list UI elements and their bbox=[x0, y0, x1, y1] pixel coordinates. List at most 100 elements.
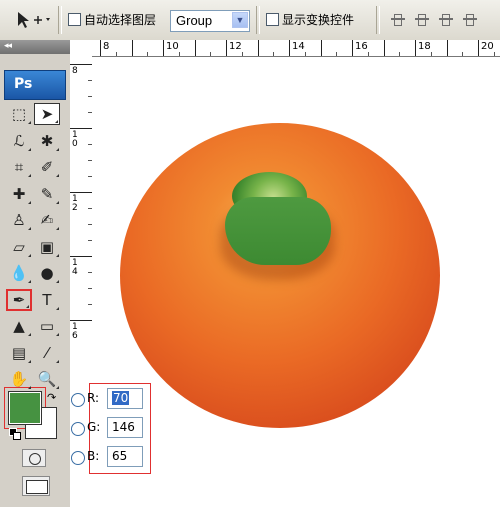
collapse-icon: ◂◂ bbox=[4, 40, 12, 50]
align-top-icon[interactable] bbox=[388, 11, 410, 27]
magic-wand-tool[interactable]: ✱ bbox=[34, 130, 60, 152]
align-vcenter-icon[interactable] bbox=[412, 11, 434, 27]
ruler-tick bbox=[257, 40, 259, 56]
eyedropper-tool[interactable]: ⁄ bbox=[34, 342, 60, 364]
foreground-color-swatch[interactable] bbox=[8, 391, 42, 425]
type-icon: T bbox=[42, 290, 52, 309]
r-radio[interactable] bbox=[71, 393, 85, 407]
dodge-tool[interactable]: ● bbox=[34, 262, 60, 284]
move-tool[interactable]: ➤ bbox=[34, 103, 60, 125]
history-brush-icon: ✍ bbox=[40, 211, 54, 229]
separator bbox=[256, 6, 260, 34]
ruler-label: 20 bbox=[481, 41, 494, 52]
hand-tool[interactable]: ✋ bbox=[6, 368, 32, 390]
quick-mask-button[interactable] bbox=[22, 449, 46, 467]
ruler-tick bbox=[320, 40, 322, 56]
g-radio[interactable] bbox=[71, 422, 85, 436]
ruler-tick bbox=[70, 256, 92, 257]
ruler-tick bbox=[70, 128, 92, 129]
ruler-tick bbox=[289, 40, 290, 56]
brush-tool[interactable]: ✎ bbox=[34, 183, 60, 205]
marquee-icon: ⬚ bbox=[11, 105, 27, 123]
ruler-tick bbox=[304, 52, 306, 56]
crop-tool[interactable]: ⌗ bbox=[6, 156, 32, 178]
path-selection-tool[interactable]: ▲ bbox=[6, 315, 32, 337]
ruler-label: 8 bbox=[103, 41, 110, 52]
options-bar: 自动选择图层 Group ▼ 显示变换控件 bbox=[0, 0, 500, 41]
toolbox: ◂◂ Ps ↷ ⬚ ➤ ℒ ✱ ⌗ ✐ ✚ ✎ ♙ ✍ ▱ ▣ 💧 ● ✒ T ▲ ▭ ▤ ⁄ ✋ 🔍 bbox=[0, 40, 71, 507]
document-canvas[interactable] bbox=[92, 57, 500, 507]
align-left-icon[interactable] bbox=[460, 11, 482, 27]
eraser-tool[interactable]: ▱ bbox=[6, 236, 32, 258]
ruler-label: 12 bbox=[229, 41, 242, 52]
pen-tool[interactable]: ✒ bbox=[6, 288, 32, 311]
ruler-corner[interactable] bbox=[70, 40, 93, 57]
horizontal-ruler[interactable]: 8 10 12 14 16 18 20 bbox=[92, 40, 500, 57]
marquee-tool[interactable]: ⬚ bbox=[6, 103, 32, 125]
move-icon bbox=[18, 12, 50, 28]
g-label: G: bbox=[87, 420, 101, 434]
ruler-tick bbox=[446, 40, 448, 56]
ruler-label: 18 bbox=[418, 41, 431, 52]
ps-logo-text: Ps bbox=[14, 76, 33, 92]
eraser-icon: ▱ bbox=[13, 237, 25, 256]
ruler-tick bbox=[210, 52, 212, 56]
shape-tool[interactable]: ▭ bbox=[34, 315, 60, 337]
ruler-tick bbox=[131, 40, 133, 56]
move-icon: ➤ bbox=[40, 105, 54, 123]
separator bbox=[376, 6, 380, 34]
auto-select-label: 自动选择图层 bbox=[84, 13, 157, 27]
ruler-tick bbox=[383, 40, 385, 56]
type-tool[interactable]: T bbox=[34, 289, 60, 311]
ruler-tick bbox=[273, 52, 275, 56]
slice-icon: ✐ bbox=[40, 158, 54, 176]
blur-tool[interactable]: 💧 bbox=[6, 262, 32, 284]
ruler-tick bbox=[147, 52, 149, 56]
align-bottom-icon[interactable] bbox=[436, 11, 458, 27]
ruler-tick bbox=[241, 52, 243, 56]
zoom-icon: 🔍 bbox=[37, 370, 57, 388]
auto-select-checkbox[interactable] bbox=[68, 13, 81, 26]
auto-select-dropdown[interactable]: Group ▼ bbox=[170, 10, 250, 32]
eyedropper-icon: ⁄ bbox=[45, 343, 49, 362]
ruler-tick bbox=[352, 40, 353, 56]
hand-icon: ✋ bbox=[9, 370, 29, 388]
path-selection-icon: ▲ bbox=[13, 317, 25, 335]
auto-select-value: Group bbox=[176, 13, 213, 28]
r-input[interactable]: 70 bbox=[107, 388, 143, 409]
ruler-label: 1 2 bbox=[72, 194, 78, 213]
ruler-tick bbox=[194, 40, 196, 56]
gradient-tool[interactable]: ▣ bbox=[34, 236, 60, 258]
lasso-tool[interactable]: ℒ bbox=[6, 130, 32, 152]
history-brush-tool[interactable]: ✍ bbox=[34, 209, 60, 231]
show-transform-label: 显示变换控件 bbox=[282, 13, 355, 27]
ps-logo[interactable]: Ps bbox=[4, 70, 66, 100]
r-value: 70 bbox=[112, 391, 130, 405]
healing-brush-tool[interactable]: ✚ bbox=[6, 183, 32, 205]
ruler-tick bbox=[70, 192, 92, 193]
ruler-tick bbox=[478, 40, 479, 56]
clone-stamp-icon: ♙ bbox=[12, 211, 26, 229]
shape-icon: ▭ bbox=[39, 317, 55, 335]
chevron-down-icon: ▼ bbox=[232, 12, 248, 28]
ruler-tick bbox=[226, 40, 227, 56]
g-input[interactable]: 146 bbox=[107, 417, 143, 438]
gradient-icon: ▣ bbox=[39, 237, 55, 256]
b-input[interactable]: 65 bbox=[107, 446, 143, 467]
default-colors-icon[interactable] bbox=[9, 428, 21, 440]
show-transform-checkbox[interactable] bbox=[266, 13, 279, 26]
swap-colors-icon[interactable]: ↷ bbox=[47, 391, 56, 404]
tool-preset-picker[interactable] bbox=[14, 10, 52, 30]
zoom-tool[interactable]: 🔍 bbox=[34, 368, 60, 390]
ruler-tick bbox=[336, 52, 338, 56]
ruler-tick bbox=[430, 52, 432, 56]
screen-mode-button[interactable] bbox=[22, 476, 50, 496]
ruler-label: 1 4 bbox=[72, 258, 78, 277]
clone-stamp-tool[interactable]: ♙ bbox=[6, 209, 32, 231]
notes-tool[interactable]: ▤ bbox=[6, 342, 32, 364]
b-radio[interactable] bbox=[71, 451, 85, 465]
toolbox-grip[interactable]: ◂◂ bbox=[0, 40, 70, 54]
ruler-tick bbox=[163, 40, 164, 56]
ruler-tick bbox=[100, 40, 101, 56]
slice-tool[interactable]: ✐ bbox=[34, 156, 60, 178]
